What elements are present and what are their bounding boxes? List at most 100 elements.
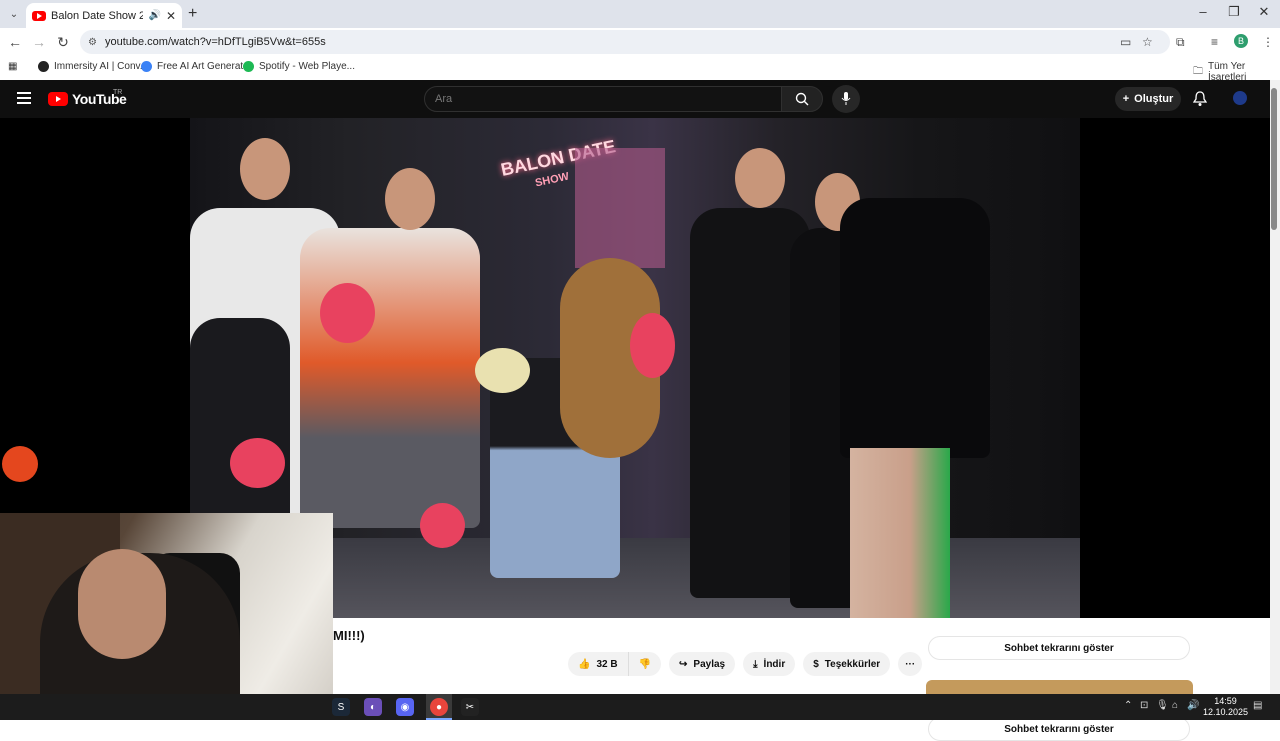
thanks-button[interactable]: $ Teşekkürler xyxy=(803,652,891,676)
url-text: youtube.com/watch?v=hDfTLgiB5Vw&t=655s xyxy=(104,36,326,48)
chat-replay-button-visible[interactable]: Sohbet tekrarını göster xyxy=(928,636,1190,660)
download-label: İndir xyxy=(763,658,786,670)
bookmark-immersity[interactable]: Immersity AI | Conv... xyxy=(38,61,148,72)
scrollbar-thumb[interactable] xyxy=(1271,88,1277,230)
volume-icon[interactable]: 🔊 xyxy=(1187,700,1199,711)
media-control-icon[interactable]: ≡ xyxy=(1211,35,1218,49)
app-icon[interactable]: ◐ xyxy=(364,698,382,716)
bookmark-label: Spotify - Web Playe... xyxy=(259,61,355,72)
sidebar-thumbnail[interactable] xyxy=(926,680,1193,694)
person-head xyxy=(240,138,290,200)
youtube-header: YouTube TR Ara + Oluştur xyxy=(0,80,1270,118)
discord-icon[interactable]: ◉ xyxy=(396,698,414,716)
person-lace-dress xyxy=(840,198,990,458)
notifications-icon[interactable] xyxy=(1192,91,1208,110)
balloon xyxy=(420,503,465,548)
browser-tab-active[interactable]: Balon Date Show 20. Bölüm 🔊 ✕ xyxy=(26,3,182,28)
apps-icon[interactable]: ▦ xyxy=(8,61,17,72)
neon-sign-sub: SHOW xyxy=(534,170,571,190)
tray-chevron-icon[interactable]: ⌃ xyxy=(1124,700,1132,711)
browser-toolbar: ← → ↻ ⚙ youtube.com/watch?v=hDfTLgiB5Vw&… xyxy=(0,28,1280,56)
account-avatar[interactable] xyxy=(1233,91,1247,105)
create-label: Oluştur xyxy=(1134,93,1174,105)
tab-title: Balon Date Show 20. Bölüm xyxy=(51,9,144,22)
super-thanks-icon: $ xyxy=(813,658,819,670)
extensions-icon[interactable]: ⧉ xyxy=(1176,35,1185,50)
bookmark-star-icon[interactable]: ☆ xyxy=(1142,35,1153,49)
bookmark-free-ai-art[interactable]: Free AI Art Generat... xyxy=(141,61,252,72)
tab-search-icon[interactable]: ⌄ xyxy=(4,4,24,24)
create-button[interactable]: + Oluştur xyxy=(1115,87,1181,111)
menu-icon[interactable] xyxy=(17,92,31,107)
like-button[interactable]: 👍 32 B xyxy=(568,652,629,676)
notifications-tray-icon[interactable]: ▤ xyxy=(1253,700,1262,711)
balloon xyxy=(230,438,285,488)
poster xyxy=(575,148,665,268)
download-icon: ⤓ xyxy=(753,658,758,670)
network-icon[interactable]: ⊡ xyxy=(1140,700,1148,711)
chat-replay-button[interactable]: Sohbet tekrarını göster xyxy=(928,717,1190,741)
address-bar[interactable]: ⚙ youtube.com/watch?v=hDfTLgiB5Vw&t=655s xyxy=(80,30,1170,54)
share-button[interactable]: ↪ Paylaş xyxy=(669,652,736,676)
share-icon: ↪ xyxy=(679,658,688,670)
forward-button[interactable]: → xyxy=(30,34,48,50)
voice-search-button[interactable] xyxy=(832,85,860,113)
audio-playing-icon[interactable]: 🔊 xyxy=(148,10,160,21)
folder-icon: 🗀 xyxy=(1193,65,1203,77)
chat-replay-label: Sohbet tekrarını göster xyxy=(1004,723,1114,735)
person-head xyxy=(735,148,785,208)
download-button[interactable]: ⤓ İndir xyxy=(743,652,796,676)
channel-watermark-icon xyxy=(2,446,38,482)
microphone-icon xyxy=(841,92,851,105)
clock-time: 14:59 xyxy=(1214,696,1237,706)
mic-tray-icon[interactable]: 🎙 xyxy=(1156,700,1169,711)
legs xyxy=(850,448,950,618)
webcam-overlay xyxy=(0,513,333,720)
system-clock[interactable]: 14:59 12.10.2025 xyxy=(1203,696,1248,718)
youtube-favicon-icon xyxy=(32,10,46,21)
thumbs-down-icon: 👎 xyxy=(638,658,652,670)
restore-button[interactable]: ❐ xyxy=(1224,4,1244,20)
back-button[interactable]: ← xyxy=(6,34,24,50)
balloon xyxy=(630,313,675,378)
minimize-button[interactable]: – xyxy=(1193,4,1213,19)
person-head xyxy=(385,168,435,230)
video-title: MI!!!) xyxy=(333,628,365,643)
ai-art-icon xyxy=(141,61,152,72)
search-input[interactable]: Ara xyxy=(424,86,782,112)
like-count: 32 B xyxy=(596,658,618,670)
reload-button[interactable]: ↻ xyxy=(54,34,72,51)
capcut-icon[interactable]: ✂ xyxy=(461,698,479,716)
video-actions: 👍 32 B 👎 ↪ Paylaş ⤓ İndir $ Teşekkürler ··· xyxy=(568,652,923,676)
chrome-icon[interactable]: ● xyxy=(430,698,448,716)
steam-icon[interactable]: S xyxy=(332,698,350,716)
dislike-button[interactable]: 👎 xyxy=(628,652,662,676)
new-tab-button[interactable]: + xyxy=(188,5,197,23)
search-icon xyxy=(795,92,809,106)
close-tab-icon[interactable]: ✕ xyxy=(166,9,176,23)
browser-menu-icon[interactable]: ⋮ xyxy=(1262,35,1274,49)
streamer-face xyxy=(78,549,166,659)
search-button[interactable] xyxy=(781,86,823,112)
bookmarks-bar: ▦ Immersity AI | Conv... Free AI Art Gen… xyxy=(0,56,1280,83)
more-actions-button[interactable]: ··· xyxy=(898,652,923,676)
like-dislike-group: 👍 32 B 👎 xyxy=(568,652,662,676)
close-window-button[interactable]: ✕ xyxy=(1254,4,1274,20)
region-code: TR xyxy=(113,89,123,96)
person-flame-shirt xyxy=(300,228,480,528)
profile-avatar[interactable]: B xyxy=(1234,34,1248,48)
wifi-icon[interactable]: ⌂ xyxy=(1172,700,1178,711)
thumbs-up-icon: 👍 xyxy=(578,658,591,670)
search-placeholder: Ara xyxy=(435,93,453,105)
site-info-icon[interactable]: ⚙ xyxy=(88,37,97,48)
immersity-icon xyxy=(38,61,49,72)
bookmark-spotify[interactable]: Spotify - Web Playe... xyxy=(243,61,355,72)
bookmark-label: Immersity AI | Conv... xyxy=(54,61,149,72)
balloon xyxy=(320,283,375,343)
person-blonde-head xyxy=(475,348,530,393)
thanks-label: Teşekkürler xyxy=(824,658,881,670)
youtube-play-icon xyxy=(48,92,68,106)
install-app-icon[interactable]: ▭ xyxy=(1120,35,1131,49)
chat-replay-label: Sohbet tekrarını göster xyxy=(1004,642,1114,654)
spotify-icon xyxy=(243,61,254,72)
